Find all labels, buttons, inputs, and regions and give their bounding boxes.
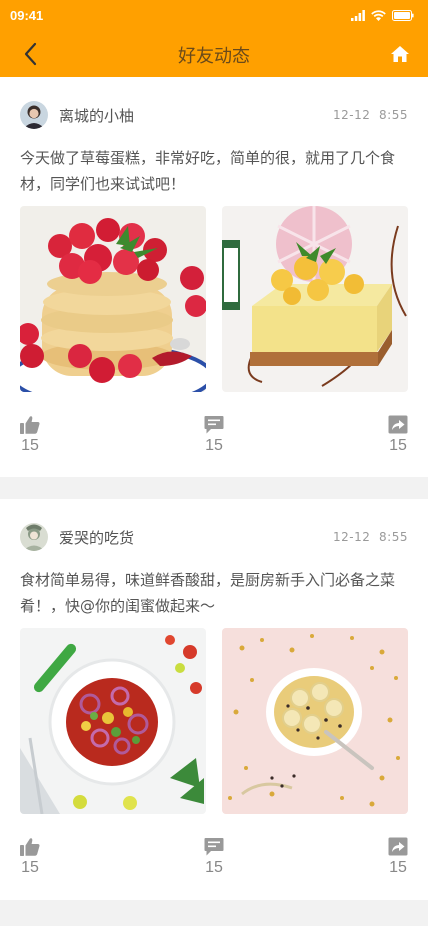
status-time: 09:41 [10,8,44,23]
post-text: 今天做了草莓蛋糕，非常好吃，简单的很，就用了几个食材，同学们也来试试吧！ [20,149,396,193]
home-icon [391,46,409,62]
thumbs-up-icon [20,838,40,856]
home-button[interactable] [388,42,412,66]
wifi-icon [371,10,386,21]
post-datetime: 12-12 8:55 [333,108,408,122]
share-icon [388,415,408,434]
page-title: 好友动态 [178,46,250,67]
signal-icon [351,10,365,21]
comment-count: 15 [205,859,223,876]
comment-button[interactable]: 15 [204,837,224,877]
post-card: 离城的小柚 12-12 8:55 今天做了草莓蛋糕，非常好吃，简单的很，就用了几… [0,77,428,477]
comment-icon [204,416,224,434]
status-bar: 09:41 [0,0,428,32]
share-button[interactable]: 15 [388,415,408,455]
post-date: 12-12 [333,108,371,122]
like-count: 15 [21,437,39,454]
share-count: 15 [389,859,407,876]
post-photo[interactable] [222,206,408,392]
avatar[interactable] [20,101,48,129]
comment-button[interactable]: 15 [204,415,224,455]
post-photo[interactable] [20,628,206,814]
nav-bar: 好友动态 [0,32,428,77]
raspberry-pancakes-image [20,206,206,392]
avatar[interactable] [20,523,48,551]
username[interactable]: 爱哭的吃货 [59,527,134,548]
mango-cheesecake-image [222,206,408,392]
battery-icon [392,10,414,21]
post-datetime: 12-12 8:55 [333,530,408,544]
comment-count: 15 [205,437,223,454]
like-button[interactable]: 15 [20,415,40,455]
tomato-onion-salad-image [20,628,206,814]
post-photo[interactable] [222,628,408,814]
post-photo[interactable] [20,206,206,392]
like-button[interactable]: 15 [20,837,40,877]
post-time: 8:55 [379,108,408,122]
status-icons [351,10,414,21]
thumbs-up-icon [20,416,40,434]
like-count: 15 [21,859,39,876]
post-text: 食材简单易得，味道鲜香酸甜，是厨房新手入门必备之菜肴！，快@你的闺蜜做起来～ [20,571,396,615]
share-icon [388,837,408,856]
share-count: 15 [389,437,407,454]
banana-oatmeal-bowl-image [222,628,408,814]
post-date: 12-12 [333,530,371,544]
post-time: 8:55 [379,530,408,544]
post-card: 爱哭的吃货 12-12 8:55 食材简单易得，味道鲜香酸甜，是厨房新手入门必备… [0,499,428,900]
comment-icon [204,838,224,856]
username[interactable]: 离城的小柚 [59,105,134,126]
share-button[interactable]: 15 [388,837,408,877]
